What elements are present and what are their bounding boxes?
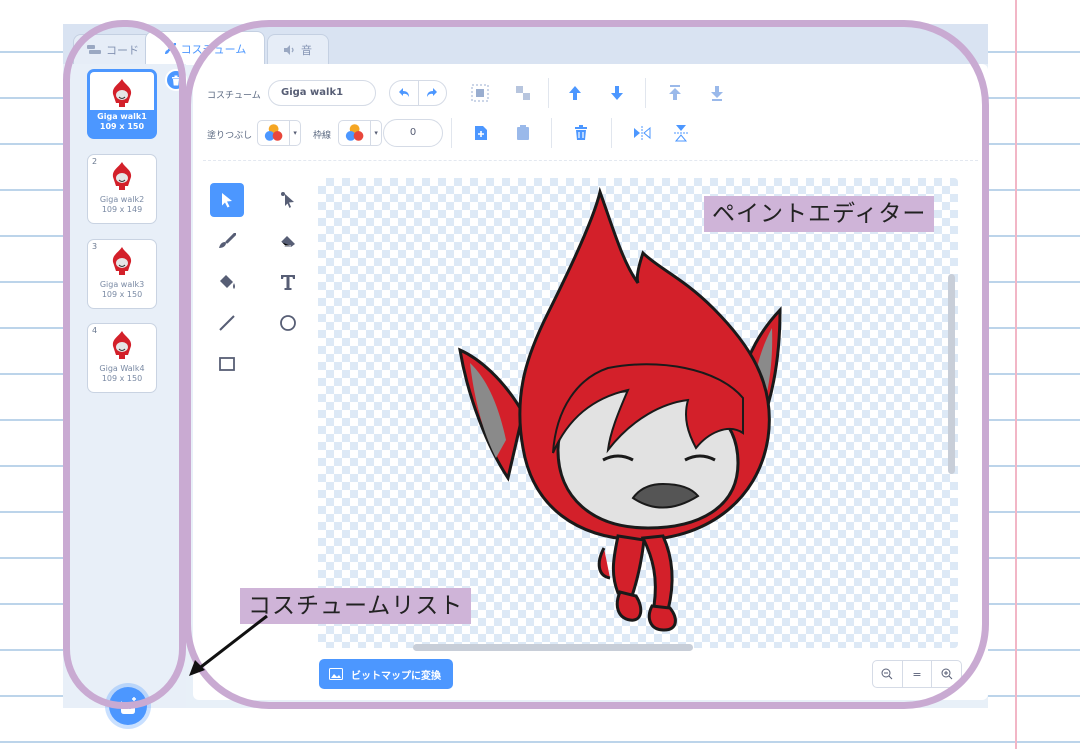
- notebook-margin-line: [1015, 0, 1017, 749]
- annotation-arrow-icon: [189, 614, 268, 676]
- costume-list-highlight-frame: [63, 20, 186, 709]
- paint-editor-annotation: ペイントエディター: [704, 196, 935, 232]
